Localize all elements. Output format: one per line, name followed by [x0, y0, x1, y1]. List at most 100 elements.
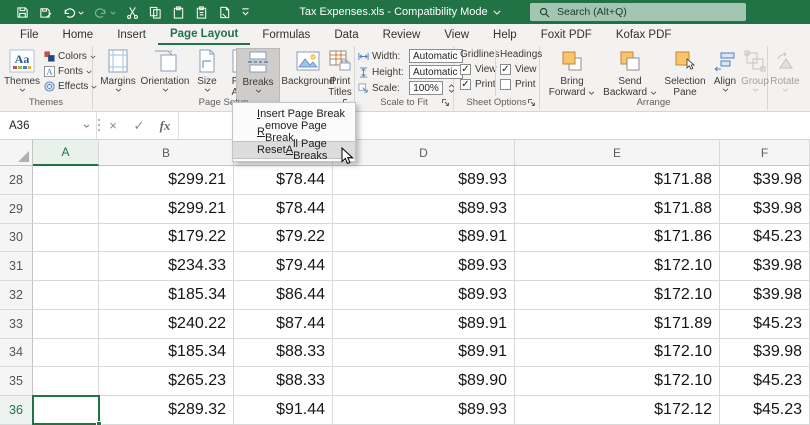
fonts-button[interactable]: A Fonts — [44, 64, 97, 79]
grid-cell[interactable]: $172.10 — [515, 252, 720, 282]
headings-view-checkbox[interactable]: ✓ View — [500, 64, 542, 75]
tab-file[interactable]: File — [8, 24, 51, 45]
document-icon[interactable] — [218, 6, 231, 19]
grid-cell[interactable]: $89.91 — [333, 338, 515, 368]
grid-cell[interactable]: $89.93 — [333, 396, 515, 425]
grid-cell[interactable]: $89.90 — [333, 367, 515, 397]
grid-cell[interactable] — [33, 281, 99, 310]
select-all-corner[interactable] — [0, 140, 33, 166]
grid-cell[interactable]: $78.44 — [234, 166, 333, 195]
grid-cell[interactable]: $45.23 — [720, 309, 810, 339]
row-header[interactable]: 28 — [0, 166, 33, 195]
column-header-d[interactable]: D — [333, 140, 515, 166]
undo-icon[interactable] — [62, 6, 84, 19]
grid-cell[interactable]: $89.91 — [333, 309, 515, 339]
rotate-button[interactable]: Rotate — [770, 48, 800, 92]
grid-cell[interactable]: $39.98 — [720, 338, 810, 368]
name-box-dropdown-icon[interactable] — [83, 124, 90, 128]
menu-item-reset-all-page-breaks[interactable]: Reset All Page Breaks — [233, 138, 355, 162]
paste-icon[interactable] — [172, 5, 185, 19]
size-button[interactable]: Size — [192, 48, 222, 92]
margins-button[interactable]: Margins — [98, 48, 138, 92]
grid-cell[interactable]: $87.44 — [234, 309, 333, 339]
column-header-e[interactable]: E — [515, 140, 720, 166]
customize-qat-icon[interactable] — [241, 7, 250, 17]
headings-print-checkbox[interactable]: Print — [500, 79, 542, 90]
grid-cell[interactable] — [33, 223, 99, 253]
cancel-button[interactable]: × — [100, 112, 126, 139]
grid-cell[interactable]: $45.23 — [720, 223, 810, 253]
grid-cell[interactable] — [33, 252, 99, 282]
grid-cell[interactable]: $79.44 — [234, 252, 333, 282]
grid-cell[interactable]: $172.12 — [515, 396, 720, 425]
grid-cell[interactable]: $89.93 — [333, 281, 515, 310]
grid-cell[interactable]: $172.10 — [515, 281, 720, 310]
column-header-b[interactable]: B — [99, 140, 234, 166]
grid-cell[interactable]: $234.33 — [99, 252, 234, 282]
save-icon[interactable] — [16, 6, 29, 19]
orientation-button[interactable]: Orientation — [141, 48, 189, 92]
grid-cell[interactable]: $171.89 — [515, 309, 720, 339]
gridlines-view-checkbox[interactable]: ✓ View — [460, 64, 499, 75]
grid-cell[interactable]: $299.21 — [99, 166, 234, 195]
grid-cell[interactable]: $185.34 — [99, 281, 234, 310]
grid-cell[interactable]: $171.88 — [515, 166, 720, 195]
grid-cell[interactable]: $89.93 — [333, 166, 515, 195]
scale-input[interactable]: 100% — [409, 81, 443, 95]
grid-cell[interactable]: $299.21 — [99, 194, 234, 224]
tab-foxit-pdf[interactable]: Foxit PDF — [529, 24, 604, 45]
save-as-icon[interactable] — [39, 6, 52, 19]
grid-cell[interactable]: $39.98 — [720, 281, 810, 310]
column-header-a[interactable]: A — [33, 140, 99, 166]
bring-forward-button[interactable]: Bring Forward — [546, 48, 598, 98]
grid-cell[interactable] — [33, 338, 99, 368]
tab-kofax-pdf[interactable]: Kofax PDF — [604, 24, 684, 45]
effects-button[interactable]: Effects — [44, 79, 97, 94]
tab-formulas[interactable]: Formulas — [250, 24, 322, 45]
grid-cell[interactable]: $289.32 — [99, 396, 234, 425]
cut-icon[interactable] — [126, 6, 139, 19]
group-button[interactable]: Group — [740, 48, 770, 92]
scale-to-fit-dialog-launcher[interactable] — [441, 98, 450, 107]
breaks-button[interactable]: Breaks — [236, 48, 280, 104]
grid-cell[interactable]: $39.98 — [720, 194, 810, 224]
row-header[interactable]: 30 — [0, 223, 33, 253]
themes-button[interactable]: Aa Themes — [4, 48, 40, 92]
grid-cell[interactable]: $89.93 — [333, 252, 515, 282]
selection-pane-button[interactable]: Selection Pane — [660, 48, 710, 98]
paste-special-icon[interactable] — [195, 5, 208, 19]
fill-handle[interactable] — [96, 421, 102, 425]
grid-cell[interactable]: $45.23 — [720, 367, 810, 397]
grid-cell[interactable]: $171.88 — [515, 194, 720, 224]
tab-page-layout[interactable]: Page Layout — [157, 24, 251, 45]
grid-cell[interactable]: $179.22 — [99, 223, 234, 253]
row-header[interactable]: 31 — [0, 252, 33, 282]
row-header[interactable]: 32 — [0, 281, 33, 310]
search-input[interactable]: Search (Alt+Q) — [530, 3, 746, 21]
grid-cell[interactable]: $39.98 — [720, 166, 810, 195]
tab-view[interactable]: View — [432, 24, 481, 45]
grid-cell[interactable]: $86.44 — [234, 281, 333, 310]
enter-button[interactable]: ✓ — [126, 112, 152, 139]
grid-cell[interactable]: $89.91 — [333, 223, 515, 253]
tab-data[interactable]: Data — [322, 24, 370, 45]
grid-cell[interactable] — [33, 367, 99, 397]
copy-icon[interactable] — [149, 6, 162, 19]
row-header[interactable]: 33 — [0, 309, 33, 339]
print-titles-button[interactable]: Print Titles — [325, 48, 355, 98]
tab-insert[interactable]: Insert — [105, 24, 158, 45]
grid-cell[interactable]: $78.44 — [234, 194, 333, 224]
row-header[interactable]: 35 — [0, 367, 33, 397]
grid-cell[interactable]: $39.98 — [720, 252, 810, 282]
gridlines-print-checkbox[interactable]: ✓ Print — [460, 79, 499, 90]
grid-cell[interactable]: $265.23 — [99, 367, 234, 397]
tab-review[interactable]: Review — [371, 24, 433, 45]
row-header[interactable]: 29 — [0, 194, 33, 224]
grid-cell[interactable]: $172.10 — [515, 338, 720, 368]
row-header[interactable]: 34 — [0, 338, 33, 368]
grid-cell[interactable]: $88.33 — [234, 338, 333, 368]
insert-function-button[interactable]: fx — [152, 112, 178, 139]
column-header-f[interactable]: F — [720, 140, 810, 166]
grid-cell[interactable] — [33, 194, 99, 224]
tab-help[interactable]: Help — [481, 24, 529, 45]
